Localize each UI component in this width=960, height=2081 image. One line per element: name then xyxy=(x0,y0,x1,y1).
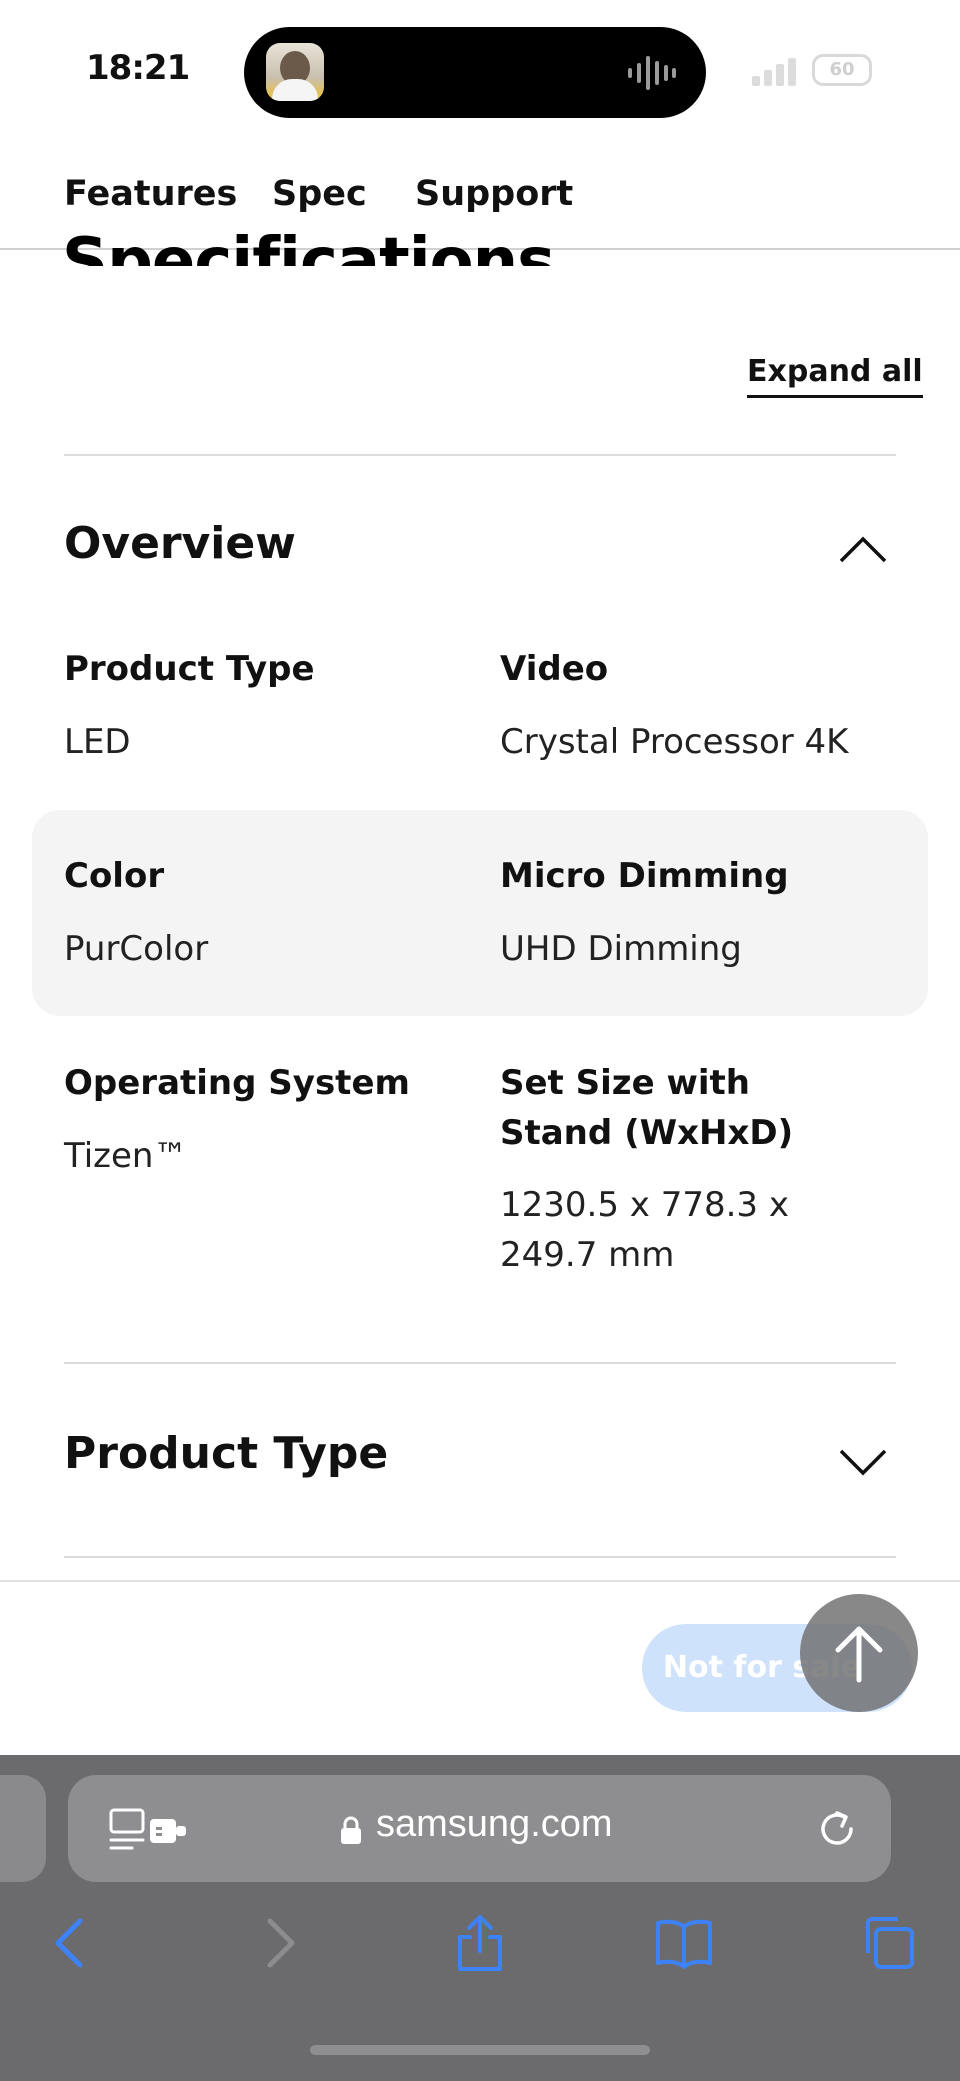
spec-value: UHD Dimming xyxy=(500,929,742,969)
scroll-to-top-button[interactable] xyxy=(800,1594,918,1712)
expand-all-link[interactable]: Expand all xyxy=(747,354,923,398)
now-playing-artwork xyxy=(266,43,324,101)
specifications-heading: Specifications xyxy=(62,225,555,266)
browser-toolbar: samsung.com xyxy=(0,1755,960,2081)
bookmarks-icon[interactable] xyxy=(654,1913,714,1973)
spec-label: Micro Dimming xyxy=(500,856,789,896)
tab-features[interactable]: Features xyxy=(64,174,237,214)
tabs-icon[interactable] xyxy=(858,1913,918,1973)
reload-icon[interactable] xyxy=(815,1807,859,1851)
back-arrow-icon[interactable] xyxy=(42,1913,102,1973)
status-time: 18:21 xyxy=(86,48,190,88)
share-icon[interactable] xyxy=(450,1913,510,1973)
audio-waveform-icon xyxy=(628,56,676,90)
url-text[interactable]: samsung.com xyxy=(376,1803,613,1846)
spec-value: PurColor xyxy=(64,929,209,969)
status-bar: 18:21 60 xyxy=(0,0,960,130)
spec-label: Operating System xyxy=(64,1063,410,1103)
divider xyxy=(64,454,896,456)
spec-label: Color xyxy=(64,856,165,896)
spec-row-highlight xyxy=(32,810,928,1016)
section-title-product-type[interactable]: Product Type xyxy=(64,1428,388,1479)
chevron-up-icon[interactable] xyxy=(838,534,888,564)
spec-value: Crystal Processor 4K xyxy=(500,722,849,762)
dynamic-island[interactable] xyxy=(244,27,706,118)
spec-label: Video xyxy=(500,649,609,689)
battery-icon: 60 xyxy=(812,54,872,86)
divider xyxy=(64,1362,896,1364)
chevron-down-icon[interactable] xyxy=(838,1448,888,1478)
lock-icon xyxy=(341,1816,361,1844)
tab-support[interactable]: Support xyxy=(415,174,573,214)
section-title-overview[interactable]: Overview xyxy=(64,518,296,569)
spec-label: Set Size with Stand (WxHxD) xyxy=(500,1063,794,1153)
home-indicator[interactable] xyxy=(310,2045,650,2055)
spec-value: LED xyxy=(64,722,131,762)
tab-spec[interactable]: Spec xyxy=(272,174,367,214)
previous-tab-preview[interactable] xyxy=(0,1775,46,1882)
spec-value: Tizen™ xyxy=(64,1136,188,1176)
spec-label: Product Type xyxy=(64,649,315,689)
spec-value: 1230.5 x 778.3 x 249.7 mm xyxy=(500,1185,789,1275)
signal-strength-icon xyxy=(752,58,796,86)
arrow-up-icon xyxy=(835,1626,883,1683)
forward-arrow-icon[interactable] xyxy=(248,1913,308,1973)
address-bar[interactable]: samsung.com xyxy=(68,1775,891,1882)
status-indicators: 60 xyxy=(750,52,880,88)
reader-mode-icon[interactable] xyxy=(108,1807,190,1851)
divider xyxy=(64,1556,896,1558)
